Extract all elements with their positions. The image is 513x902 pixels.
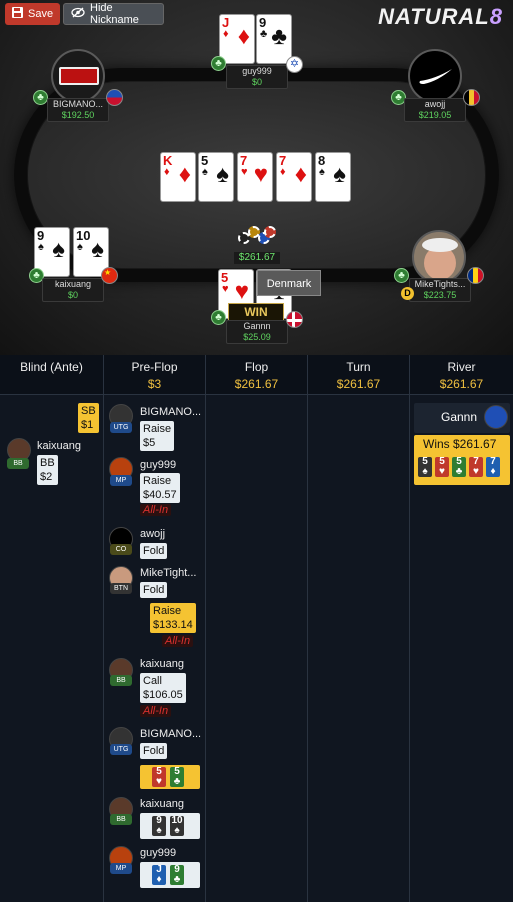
column-blind: Blind (Ante) SB $1 BB kaixuang BB $2 (0, 355, 104, 902)
kaixuang-nameplate: kaixuang $0 (42, 278, 104, 302)
hide-nickname-label: Hide Nickname (90, 2, 139, 26)
mini-card: 10 ♠ (170, 815, 184, 836)
column-flop: Flop $261.67 (206, 355, 308, 902)
bigmano-nameplate: BIGMANO... $192.50 (47, 98, 109, 122)
showdown-cards-box: J ♦ 9 ♣ (140, 862, 200, 888)
position-badge: BTN (110, 583, 132, 594)
action-box: Raise $5 (140, 421, 175, 451)
romania-flag-icon (467, 267, 484, 284)
winner-name: Gannn (441, 410, 478, 424)
mini-card: 5 ♠ (418, 457, 432, 477)
win-badge: WIN (228, 303, 284, 321)
action-box: Call $106.05 (140, 673, 186, 703)
player-name: awojj (140, 528, 166, 540)
poker-table-view: Save Hide Nickname NATURAL8 J ♦ ♦ 9 ♣ ♣ ♣ gu… (0, 0, 513, 355)
mini-card: 5 ♥ (152, 767, 166, 787)
denmark-flag-icon (286, 311, 303, 328)
save-label: Save (28, 8, 54, 20)
showdown-cards-box: 5 ♥ 5 ♣ (140, 765, 200, 789)
brand-logo: NATURAL8 (378, 4, 503, 29)
position-badge: BB (7, 458, 29, 469)
position-badge: BB (110, 814, 132, 825)
clover-icon: ♣ (211, 56, 226, 71)
mini-card: J ♦ (152, 865, 166, 885)
board-card-5: 8 ♠ ♠ (315, 152, 351, 202)
board-card-4: 7 ♦ ♦ (276, 152, 312, 202)
all-in-badge: All-In (140, 705, 172, 717)
column-header-flop: Flop $261.67 (206, 355, 307, 395)
player-name: BIGMANO... (140, 406, 202, 418)
mini-card: 5 ♣ (170, 767, 184, 787)
mini-card: 5 ♣ (452, 457, 466, 477)
column-header-preflop: Pre-Flop $3 (104, 355, 205, 395)
position-badge: UTG (110, 744, 132, 755)
raise-action-box: Raise $133.14 (150, 603, 196, 633)
mike-nameplate: MikeTights... $223.75 (409, 278, 471, 302)
bigmano-avatar (51, 49, 105, 103)
gannn-nameplate: Gannn $25.09 (226, 320, 288, 344)
philippines-flag-icon (106, 89, 123, 106)
position-badge: UTG (110, 422, 132, 433)
winner-header: Gannn (414, 403, 510, 433)
winner-avatar (484, 405, 508, 429)
eye-slash-icon (71, 7, 85, 21)
save-button[interactable]: Save (5, 3, 60, 25)
awojj-nameplate: awojj $219.05 (404, 98, 466, 122)
column-turn: Turn $261.67 (308, 355, 410, 902)
israel-flag-icon: ✡ (286, 56, 303, 73)
all-in-badge: All-In (162, 635, 194, 647)
mini-card: 9 ♣ (170, 865, 184, 885)
column-preflop: Pre-Flop $3 UTG BIGMANO... Raise $5 MP guy… (104, 355, 206, 902)
hide-nickname-button[interactable]: Hide Nickname (63, 2, 164, 26)
pot-amount: $261.67 (234, 252, 280, 264)
dealer-button-icon: D (401, 287, 414, 300)
bb-action: BB $2 (37, 455, 58, 485)
board-card-3: 7 ♥ ♥ (237, 152, 273, 202)
guy999-nameplate: guy999 $0 (226, 65, 288, 89)
guy999-card-1: J ♦ ♦ (219, 14, 255, 64)
player-name: kaixuang (140, 658, 185, 670)
position-badge: MP (110, 863, 132, 874)
player-name: guy999 (140, 847, 177, 859)
player-name: BIGMANO... (140, 728, 202, 740)
column-header-blind: Blind (Ante) (0, 355, 103, 395)
mini-card: 7 ♦ (486, 457, 500, 477)
board-card-1: K ♦ ♦ (160, 152, 196, 202)
mike-avatar (412, 230, 466, 284)
pot-chips (238, 226, 278, 250)
player-name: MikeTight... (140, 567, 197, 579)
player-name: kaixuang (140, 798, 185, 810)
country-tooltip: Denmark (257, 270, 321, 296)
mini-card: 7 ♥ (469, 457, 483, 477)
column-river: River $261.67 Gannn Wins $261.67 5 ♠ 5 ♥ 5 ♣… (410, 355, 513, 902)
player-name: kaixuang (37, 440, 82, 452)
hand-history-panel: Blind (Ante) SB $1 BB kaixuang BB $2 Pre-F… (0, 355, 513, 902)
position-badge: MP (110, 475, 132, 486)
clover-icon: ♣ (211, 310, 226, 325)
awojj-avatar (408, 49, 462, 103)
save-icon (12, 7, 23, 21)
action-box: Fold (140, 582, 168, 598)
column-header-river: River $261.67 (410, 355, 513, 395)
china-flag-icon: ★ (101, 267, 118, 284)
clover-icon: ♣ (394, 268, 409, 283)
belgium-flag-icon (463, 89, 480, 106)
action-box: Fold (140, 743, 168, 759)
player-name: guy999 (140, 459, 177, 471)
clover-icon: ♣ (33, 90, 48, 105)
action-box: Fold (140, 543, 168, 559)
position-badge: BB (110, 675, 132, 686)
mini-card: 5 ♥ (435, 457, 449, 477)
wins-box: Wins $261.67 5 ♠ 5 ♥ 5 ♣ 7 ♥ 7 ♦ (414, 435, 510, 485)
action-box: Raise $40.57 (140, 473, 180, 503)
guy999-card-2: 9 ♣ ♣ (256, 14, 292, 64)
sb-action: SB $1 (78, 403, 99, 433)
column-header-turn: Turn $261.67 (308, 355, 409, 395)
mini-card: 9 ♠ (152, 816, 166, 836)
showdown-cards-box: 9 ♠ 10 ♠ (140, 813, 200, 839)
wins-label: Wins $261.67 (423, 437, 497, 451)
all-in-badge: All-In (140, 504, 172, 516)
board-card-2: 5 ♠ ♠ (198, 152, 234, 202)
position-badge: CO (110, 544, 132, 555)
